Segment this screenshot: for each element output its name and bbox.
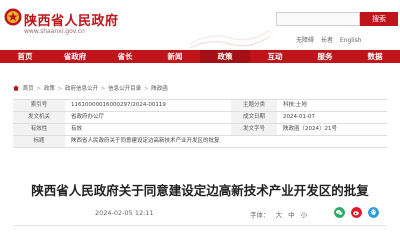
font-size-medium[interactable]: 中: [288, 211, 295, 219]
nav-home[interactable]: 首页: [0, 50, 50, 63]
site-header: 陕西省人民政府 www.shaanxi.gov.cn 搜索 无障碍 长者 Eng…: [0, 0, 400, 50]
wechat-share-icon[interactable]: [334, 207, 345, 218]
nav-data[interactable]: 数据: [350, 50, 400, 63]
article-title: 陕西省人民政府关于同意建设定边高新技术产业开发区的批复: [31, 183, 369, 198]
font-size-label: 字体：: [250, 211, 270, 219]
breadcrumb-policy[interactable]: 政策: [44, 86, 55, 92]
english-link[interactable]: English: [340, 37, 362, 44]
meta-value: 陕西省人民政府关于同意建设定边高新技术产业开发区的批复: [71, 138, 220, 144]
meta-row: 索引号 11610000016000297/2024-00119 主题分类 科技…: [13, 100, 387, 112]
accessibility-link[interactable]: 无障碍: [296, 37, 314, 44]
publish-date: 2024-02-05 12:11: [95, 209, 154, 217]
document-meta-table: 索引号 11610000016000297/2024-00119 主题分类 科技…: [13, 99, 387, 148]
nav-policy[interactable]: 政策: [200, 50, 250, 63]
meta-value: 有效: [71, 126, 83, 132]
breadcrumb-separator: >: [143, 86, 149, 92]
breadcrumb-current[interactable]: 陕政函: [151, 86, 168, 92]
main-nav: 首页 省政府 省长 新闻 政策 互动 服务 数据: [0, 50, 400, 63]
breadcrumb-separator: >: [36, 86, 42, 92]
breadcrumb-home[interactable]: 首页: [23, 86, 34, 92]
meta-label: 发文机关: [13, 112, 65, 123]
elder-mode-link[interactable]: 长者: [321, 37, 333, 44]
meta-label: 主题分类: [231, 100, 277, 111]
meta-label: 成文日期: [231, 112, 277, 123]
header-decoration: [190, 29, 270, 49]
breadcrumb-separator: >: [57, 86, 63, 92]
search-button[interactable]: 搜索: [360, 12, 398, 26]
meta-label: 索引号: [13, 100, 65, 111]
nav-government[interactable]: 省政府: [50, 50, 100, 63]
nav-service[interactable]: 服务: [300, 50, 350, 63]
font-size-large[interactable]: 大: [276, 211, 283, 219]
meta-row: 有效性 有效 发文字号 陕政函〔2024〕21号: [13, 124, 387, 136]
utility-links: 无障碍 长者 English: [296, 35, 367, 44]
nav-interaction[interactable]: 互动: [250, 50, 300, 63]
meta-value: 科技;土地: [283, 102, 307, 108]
nav-news[interactable]: 新闻: [150, 50, 200, 63]
divider: [13, 225, 387, 226]
meta-label: 标题: [13, 136, 65, 147]
weibo-share-icon[interactable]: [351, 207, 362, 218]
font-size-control: 字体： 大 中 小: [250, 209, 311, 219]
breadcrumb-catalog[interactable]: 信息公开目录: [108, 86, 141, 92]
meta-value: 2024-01-07: [283, 114, 315, 120]
qq-share-icon[interactable]: [368, 207, 379, 218]
site-url: www.shaanxi.gov.cn: [24, 28, 85, 35]
site-title[interactable]: 陕西省人民政府: [24, 10, 119, 29]
national-emblem-icon: [4, 8, 22, 26]
meta-label: 有效性: [13, 124, 65, 135]
article-info-bar: 2024-02-05 12:11 字体： 大 中 小: [13, 205, 387, 221]
nav-governor[interactable]: 省长: [100, 50, 150, 63]
breadcrumb-separator: >: [100, 86, 106, 92]
meta-value: 陕政函〔2024〕21号: [283, 126, 337, 132]
meta-label: 发文字号: [231, 124, 277, 135]
meta-value: 11610000016000297/2024-00119: [71, 102, 166, 108]
meta-row: 发文机关 省政府办公厅 成文日期 2024-01-07: [13, 112, 387, 124]
home-icon: [13, 85, 19, 91]
search-input[interactable]: [276, 12, 360, 26]
breadcrumb-disclosure[interactable]: 政府信息公开: [65, 86, 98, 92]
font-size-small[interactable]: 小: [301, 211, 308, 219]
breadcrumb: 首页 > 政策 > 政府信息公开 > 信息公开目录 > 陕政函: [13, 84, 168, 92]
meta-row: 标题 陕西省人民政府关于同意建设定边高新技术产业开发区的批复: [13, 136, 387, 148]
meta-value: 省政府办公厅: [71, 114, 105, 120]
